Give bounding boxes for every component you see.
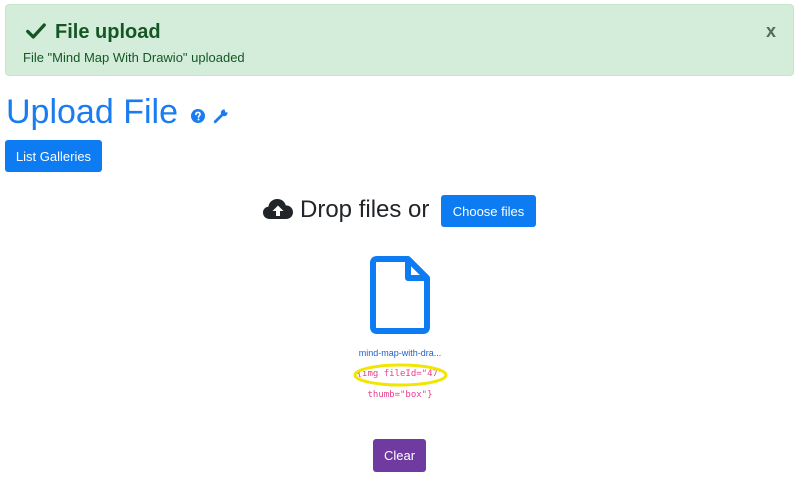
alert-title: File upload: [55, 21, 161, 43]
file-code-snippet-line2: thumb="box"}: [367, 390, 433, 400]
choose-files-button[interactable]: Choose files: [441, 195, 536, 227]
drop-files-text: Drop files or: [300, 196, 430, 223]
upload-success-alert: File upload x File "Mind Map With Drawio…: [5, 4, 794, 76]
cloud-upload-icon: [263, 199, 293, 219]
alert-close-button[interactable]: x: [766, 19, 776, 43]
clear-button[interactable]: Clear: [373, 439, 426, 472]
highlight-ellipse: [353, 363, 448, 387]
alert-message: File "Mind Map With Drawio" uploaded: [23, 50, 245, 65]
file-icon: [370, 256, 430, 334]
help-icon[interactable]: [191, 109, 205, 123]
uploaded-file-name[interactable]: mind-map-with-dra...: [340, 348, 460, 358]
check-icon: [26, 23, 46, 39]
list-galleries-button[interactable]: List Galleries: [5, 140, 102, 172]
page-title: Upload File: [6, 93, 178, 131]
wrench-icon[interactable]: [213, 108, 229, 124]
